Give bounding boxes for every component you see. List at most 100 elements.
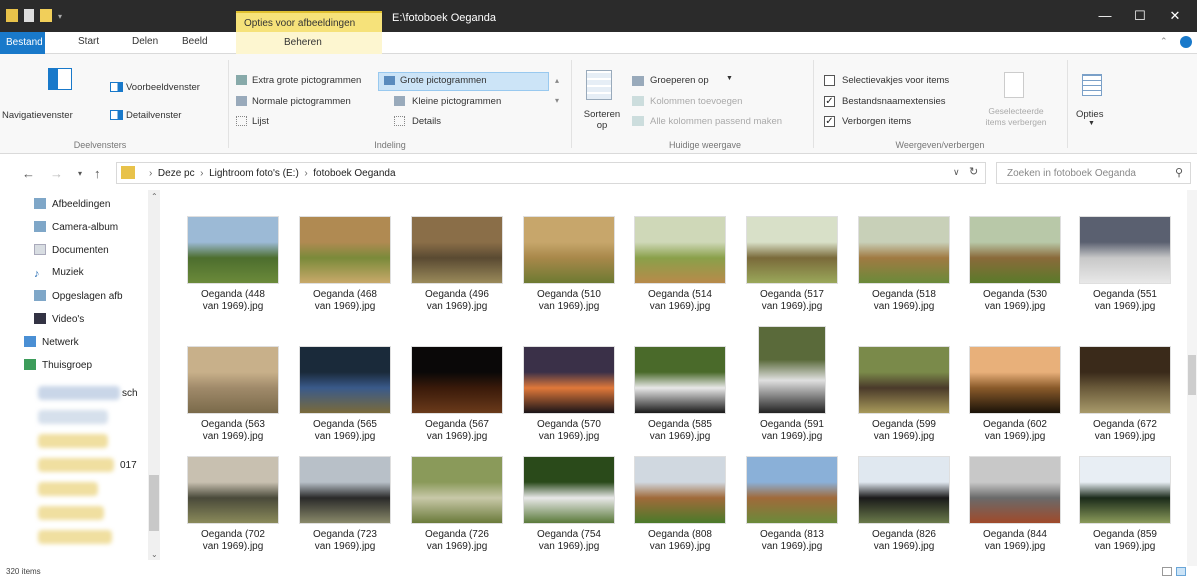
content-scroll-thumb[interactable] [1188,355,1196,395]
nav-item-network[interactable]: Netwerk [24,336,79,354]
layout-scroll-up-icon[interactable]: ▴ [555,76,559,85]
checkbox-item-checkboxes[interactable] [824,75,835,86]
add-columns-button[interactable]: Kolommen toevoegen [650,96,742,107]
navigation-pane-button[interactable]: Navigatievenster [2,110,73,121]
layout-large-icons[interactable]: Grote pictogrammen [400,75,487,86]
thumbnail-image[interactable] [858,216,950,284]
file-name[interactable]: Oeganda (468 van 1969).jpg [289,289,401,313]
details-pane-button[interactable]: Detailvenster [126,110,181,121]
sort-by-button[interactable]: Sorteren op [578,109,626,131]
minimize-button[interactable]: — [1090,8,1120,23]
layout-small-icons[interactable]: Kleine pictogrammen [412,96,501,107]
forward-arrow-icon[interactable]: → [50,166,63,181]
thumbnail-image[interactable] [299,346,391,414]
layout-extra-large-icons[interactable]: Extra grote pictogrammen [252,75,361,86]
thumbnail-image[interactable] [746,456,838,524]
thumbnail-image[interactable] [634,456,726,524]
thumbnail-image[interactable] [1079,346,1171,414]
file-name[interactable]: Oeganda (518 van 1969).jpg [848,289,960,313]
file-name[interactable]: Oeganda (496 van 1969).jpg [401,289,513,313]
nav-item-homegroup[interactable]: Thuisgroep [24,359,92,377]
layout-details[interactable]: Details [412,116,441,127]
thumbnail-image[interactable] [523,456,615,524]
details-view-icon[interactable] [1162,567,1172,576]
checkbox-file-extensions[interactable]: ✓ [824,96,835,107]
file-name[interactable]: Oeganda (808 van 1969).jpg [624,529,736,553]
up-arrow-icon[interactable]: ↑ [94,166,101,181]
thumbnail-image[interactable] [299,456,391,524]
scroll-up-icon[interactable]: ⌃ [151,192,158,201]
thumbnail-image[interactable] [523,346,615,414]
back-arrow-icon[interactable]: ← [22,166,35,181]
large-icons-view-icon[interactable] [1176,567,1186,576]
thumbnail-image[interactable] [411,216,503,284]
file-name[interactable]: Oeganda (826 van 1969).jpg [848,529,960,553]
breadcrumb-folder[interactable]: fotoboek Oeganda [313,168,395,179]
file-name[interactable]: Oeganda (602 van 1969).jpg [959,419,1071,443]
thumbnail-image[interactable] [969,346,1061,414]
close-button[interactable]: ✕ [1160,8,1190,24]
thumbnail-image[interactable] [969,216,1061,284]
search-input[interactable]: Zoeken in fotoboek Oeganda ⚲ [996,162,1191,184]
layout-list[interactable]: Lijst [252,116,269,127]
thumbnail-image[interactable] [299,216,391,284]
thumbnail-image[interactable] [858,346,950,414]
scroll-down-icon[interactable]: ⌄ [151,550,158,559]
nav-item-documents[interactable]: Documenten [34,244,109,262]
thumbnail-image[interactable] [523,216,615,284]
file-name[interactable]: Oeganda (844 van 1969).jpg [959,529,1071,553]
thumbnail-image[interactable] [1079,216,1171,284]
thumbnail-image[interactable] [969,456,1061,524]
fit-columns-button[interactable]: Alle kolommen passend maken [650,116,782,127]
file-name[interactable]: Oeganda (672 van 1969).jpg [1069,419,1181,443]
group-by-button[interactable]: Groeperen op [650,75,709,86]
thumbnail-image[interactable] [758,326,826,414]
file-name[interactable]: Oeganda (565 van 1969).jpg [289,419,401,443]
help-icon[interactable] [1180,36,1192,48]
file-name[interactable]: Oeganda (591 van 1969).jpg [736,419,848,443]
file-name[interactable]: Oeganda (514 van 1969).jpg [624,289,736,313]
folder-icon[interactable] [6,9,18,22]
tab-bestand[interactable]: Bestand [0,32,45,54]
tab-beeld[interactable]: Beeld [182,36,208,47]
nav-item-saved-pictures[interactable]: Opgeslagen afb [34,290,123,308]
thumbnail-image[interactable] [411,346,503,414]
tab-beheren[interactable]: Beheren [236,32,382,54]
nav-item-camera-roll[interactable]: Camera-album [34,221,118,239]
file-name[interactable]: Oeganda (754 van 1969).jpg [513,529,625,553]
thumbnail-image[interactable] [411,456,503,524]
breadcrumb-this-pc[interactable]: Deze pc [158,168,195,179]
new-folder-icon[interactable] [40,9,52,22]
thumbnail-image[interactable] [746,216,838,284]
checkbox-hidden-items[interactable]: ✓ [824,116,835,127]
file-name[interactable]: Oeganda (448 van 1969).jpg [177,289,289,313]
nav-pane-scroll-thumb[interactable] [149,475,159,531]
thumbnail-image[interactable] [634,216,726,284]
layout-scroll-down-icon[interactable]: ▾ [555,96,559,105]
hide-selected-button[interactable]: Geselecteerde items verbergen [980,106,1052,128]
address-dropdown-icon[interactable]: ∨ [953,167,960,178]
nav-item-pictures[interactable]: Afbeeldingen [34,198,110,216]
file-name[interactable]: Oeganda (702 van 1969).jpg [177,529,289,553]
properties-icon[interactable] [24,9,34,22]
thumbnail-image[interactable] [1079,456,1171,524]
thumbnail-image[interactable] [634,346,726,414]
thumbnail-image[interactable] [187,346,279,414]
breadcrumb-drive[interactable]: Lightroom foto's (E:) [209,168,299,179]
thumbnail-image[interactable] [187,216,279,284]
thumbnail-image[interactable] [187,456,279,524]
nav-item-videos[interactable]: Video's [34,313,84,331]
address-field[interactable]: › Deze pc › Lightroom foto's (E:) › foto… [116,162,986,184]
file-name[interactable]: Oeganda (859 van 1969).jpg [1069,529,1181,553]
options-button[interactable]: Opties [1076,109,1103,120]
collapse-ribbon-icon[interactable]: ⌃ [1160,36,1168,47]
preview-pane-button[interactable]: Voorbeeldvenster [126,82,200,93]
nav-item-music[interactable]: ♪ Muziek [34,267,84,285]
file-name[interactable]: Oeganda (723 van 1969).jpg [289,529,401,553]
refresh-icon[interactable]: ↻ [969,165,978,178]
file-name[interactable]: Oeganda (726 van 1969).jpg [401,529,513,553]
file-name[interactable]: Oeganda (813 van 1969).jpg [736,529,848,553]
file-name[interactable]: Oeganda (530 van 1969).jpg [959,289,1071,313]
file-name[interactable]: Oeganda (599 van 1969).jpg [848,419,960,443]
recent-locations-icon[interactable]: ▾ [78,169,82,178]
